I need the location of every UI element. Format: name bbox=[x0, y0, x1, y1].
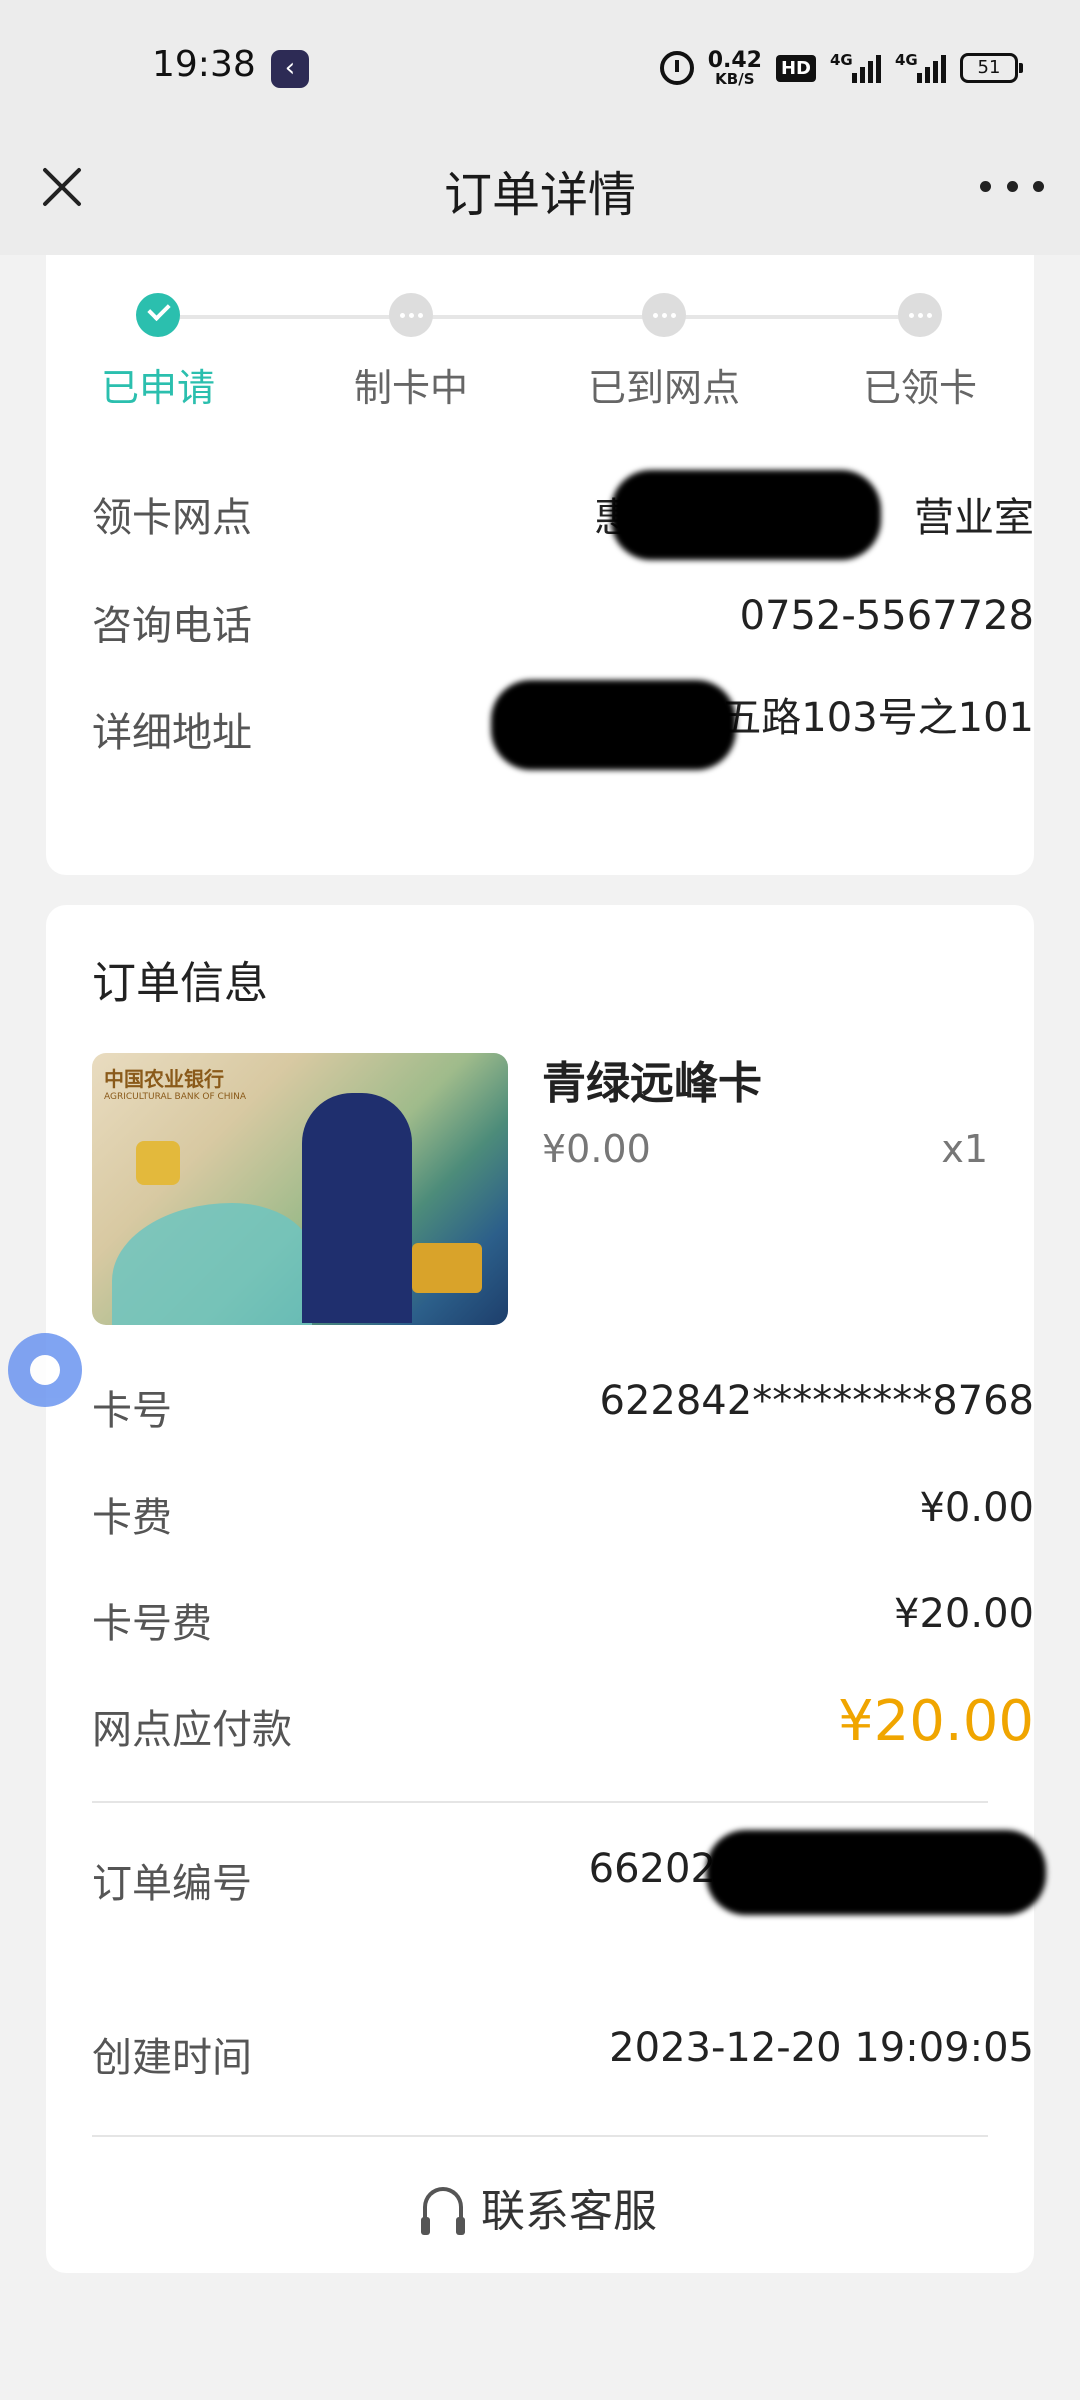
bank-name-en: AGRICULTURAL BANK OF CHINA bbox=[104, 1092, 247, 1102]
step-label: 制卡中 bbox=[353, 366, 468, 410]
page-title: 订单详情 bbox=[443, 167, 636, 223]
branch-value-suffix: 营业室 bbox=[914, 495, 1034, 541]
status-bar: 19:38 ‹ 0.42 KB/S HD 4G 4G 51 bbox=[0, 0, 1080, 135]
progress-steps: 已申请 制卡中 已到网点 已领卡 bbox=[46, 255, 1034, 435]
network-speed-unit: KB/S bbox=[715, 69, 755, 88]
signal-icon-2: 4G bbox=[895, 51, 946, 83]
pickup-info-card: 已申请 制卡中 已到网点 已领卡 领卡网点 惠州营业室 咨询电话 0752-55… bbox=[46, 255, 1034, 875]
card-chip-icon bbox=[136, 1141, 180, 1185]
phone-label: 咨询电话 bbox=[92, 603, 252, 649]
card-fee-label: 卡费 bbox=[92, 1495, 172, 1541]
product-name: 青绿远峰卡 bbox=[542, 1058, 762, 1109]
floating-assistant-ball[interactable] bbox=[8, 1333, 82, 1407]
status-time: 19:38 bbox=[152, 44, 256, 85]
signal-type-1: 4G bbox=[830, 51, 853, 69]
section-title: 订单信息 bbox=[92, 958, 268, 1009]
phone-value[interactable]: 0752-5567728 bbox=[740, 593, 1034, 639]
address-label: 详细地址 bbox=[92, 710, 252, 756]
bank-logo: 中国农业银行 AGRICULTURAL BANK OF CHINA bbox=[104, 1063, 246, 1102]
redaction-mark bbox=[706, 1830, 1046, 1915]
step-arrived: 已到网点 bbox=[564, 293, 764, 412]
status-indicators: 0.42 KB/S HD 4G 4G 51 bbox=[659, 44, 1023, 92]
step-collected: 已领卡 bbox=[820, 293, 1020, 412]
more-options-icon[interactable] bbox=[980, 171, 1044, 201]
card-number-value: 622842*********8768 bbox=[599, 1378, 1035, 1424]
check-icon bbox=[136, 293, 180, 337]
redaction-mark bbox=[491, 680, 736, 770]
card-number-label: 卡号 bbox=[92, 1388, 172, 1434]
step-label: 已申请 bbox=[100, 366, 215, 410]
contact-service-label: 联系客服 bbox=[481, 2186, 657, 2237]
product-price: ¥0.00 bbox=[542, 1127, 651, 1171]
created-time-value: 2023-12-20 19:09:05 bbox=[609, 2025, 1034, 2071]
order-number-label: 订单编号 bbox=[92, 1861, 252, 1907]
product-quantity: x1 bbox=[941, 1127, 988, 1171]
bank-card-image: 中国农业银行 AGRICULTURAL BANK OF CHINA bbox=[92, 1053, 508, 1325]
bank-name: 中国农业银行 bbox=[104, 1067, 224, 1091]
pending-dots-icon bbox=[389, 293, 433, 337]
branch-label: 领卡网点 bbox=[92, 495, 252, 541]
number-fee-label: 卡号费 bbox=[92, 1601, 212, 1647]
alarm-icon bbox=[659, 51, 694, 85]
progress-line bbox=[158, 315, 920, 319]
number-fee-value: ¥20.00 bbox=[894, 1591, 1034, 1637]
pending-dots-icon bbox=[898, 293, 942, 337]
headset-icon bbox=[421, 2187, 465, 2235]
nav-bar: 订单详情 bbox=[0, 135, 1080, 255]
unionpay-logo-icon bbox=[412, 1243, 482, 1293]
card-art-figure bbox=[302, 1093, 412, 1323]
step-label: 已到网点 bbox=[587, 366, 740, 410]
order-info-card: 订单信息 中国农业银行 AGRICULTURAL BANK OF CHINA 青… bbox=[46, 905, 1046, 2273]
battery-icon: 51 bbox=[960, 53, 1023, 83]
network-speed-value: 0.42 bbox=[707, 47, 762, 73]
hd-voice-icon: HD bbox=[775, 54, 816, 82]
card-art-swirl bbox=[112, 1203, 312, 1325]
redaction-mark bbox=[611, 470, 881, 560]
contact-service-button[interactable]: 联系客服 bbox=[46, 2175, 1034, 2239]
created-time-label: 创建时间 bbox=[92, 2035, 252, 2081]
divider bbox=[92, 2135, 988, 2137]
signal-type-2: 4G bbox=[895, 51, 918, 69]
card-fee-value: ¥0.00 bbox=[919, 1485, 1034, 1531]
pending-dots-icon bbox=[642, 293, 686, 337]
step-applied: 已申请 bbox=[58, 293, 258, 412]
divider bbox=[92, 1801, 988, 1803]
step-making: 制卡中 bbox=[311, 293, 511, 412]
payable-amount: ¥20.00 bbox=[838, 1689, 1034, 1754]
signal-icon-1: 4G bbox=[830, 51, 881, 83]
step-label: 已领卡 bbox=[862, 366, 977, 410]
payable-label: 网点应付款 bbox=[92, 1707, 292, 1753]
network-speed: 0.42 KB/S bbox=[707, 47, 762, 88]
app-notification-icon: ‹ bbox=[271, 50, 309, 88]
